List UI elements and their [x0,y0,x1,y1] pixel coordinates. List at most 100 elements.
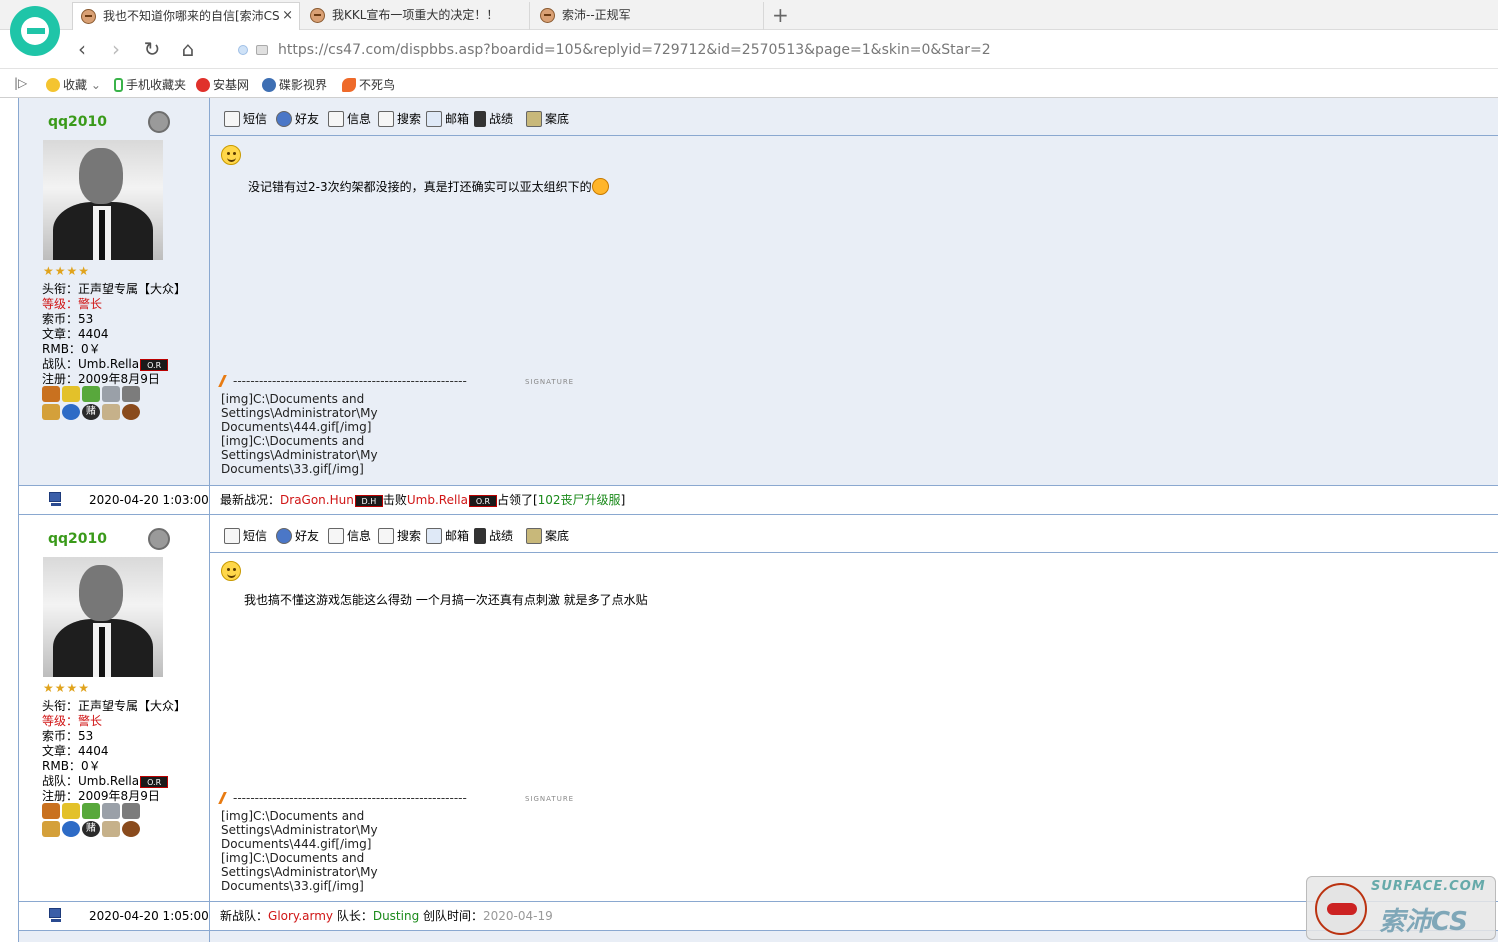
medal-icon [42,803,60,819]
new-tab-button[interactable]: + [772,3,789,27]
lock-icon[interactable] [256,45,268,55]
site-info-icon[interactable] [238,45,248,55]
close-tab-icon[interactable]: × [282,3,293,29]
user-info: 头衔：正声望专属【大众】 等级：警长 索币：53 文章：4404 RMB：0￥ … [42,282,187,386]
user-rmb: 0￥ [80,759,101,773]
bookmark-mobile[interactable]: 手机收藏夹 [114,76,186,93]
post-meta: 2020-04-20 1:03:00 [19,486,210,514]
back-arrow-icon[interactable]: ‹ [70,37,94,61]
loser-team-link[interactable]: Umb.Rella [407,493,468,507]
watermark-brand: 索沛CS [1379,907,1468,937]
gamble-medal-icon: 赌 [82,404,100,420]
medal-icon [62,803,80,819]
medal-icon [102,803,120,819]
bookmark-favorites[interactable]: 收藏 ⌄ [46,76,101,93]
search-button[interactable]: 搜索 [378,527,421,544]
mail-icon [426,111,442,127]
user-level: 警长 [78,297,103,311]
star-icon [46,78,60,92]
case-button[interactable]: 案底 [526,527,569,544]
post-footer: 2020-04-20 1:03:00 最新战况：DraGon.Hun D.H 击败U… [19,486,1498,514]
user-level: 警长 [78,714,103,728]
post-footer: 2020-04-20 1:05:00 新战队：Glory.army 队长：Dus… [19,902,1498,930]
post-body: 短信 好友 信息 搜索 邮箱 战绩 案底 没记错有过2-3次约架都没接的，真是打… [210,98,1498,485]
tab-title: 我也不知道你哪来的自信[索沛CS [103,9,280,23]
document-icon [328,528,344,544]
sms-button[interactable]: 短信 [224,527,267,544]
bookmark-busiliao[interactable]: 不死鸟 [342,76,395,93]
computer-icon [49,492,61,506]
computer-icon [49,908,61,922]
user-articles: 4404 [78,327,109,341]
forum-thread: qq2010 ★★★★ 头衔：正声望专属【大众】 等级：警长 索币：53 文章：… [18,98,1498,942]
new-team-report: 新战队：Glory.army 队长：Dusting 创队时间：2020-04-1… [220,909,553,923]
user-registered: 2009年8月9日 [78,789,160,803]
info-button[interactable]: 信息 [328,110,371,127]
bookmarks-bar: |▷ 收藏 ⌄ 手机收藏夹 安基网 碟影视界 不死鸟 [0,70,1498,98]
new-team-link[interactable]: Glory.army [268,909,333,923]
winner-team-link[interactable]: DraGon.Hun [280,493,354,507]
user-coins: 53 [78,729,94,743]
phoenix-icon [342,78,356,92]
case-file-icon [526,111,542,127]
server-link[interactable]: 102丧尸升级服 [538,493,621,507]
user-title: 正声望专属【大众】 [78,282,187,296]
smile-emoticon-icon [221,145,241,165]
avatar[interactable] [43,557,163,677]
bookmark-dieying[interactable]: 碟影视界 [262,76,327,93]
forward-arrow-icon[interactable]: › [104,37,128,61]
username[interactable]: qq2010 [48,114,107,130]
chevron-down-icon: ⌄ [90,78,101,92]
sms-icon [224,111,240,127]
search-button[interactable]: 搜索 [378,110,421,127]
friend-button[interactable]: 好友 [276,110,319,127]
friend-button[interactable]: 好友 [276,527,319,544]
post-author-panel: qq2010 ★★★★ 头衔：正声望专属【大众】 等级：警长 索币：53 文章：… [19,515,210,901]
leader-link[interactable]: Dusting [373,909,419,923]
team-tag-icon: O.R [140,359,169,371]
browser-logo-icon[interactable] [10,6,60,56]
friends-icon [276,528,292,544]
post-author-panel: qq2010 ★★★★ 头衔：正声望专属【大众】 等级：警长 索币：53 文章：… [19,98,210,485]
url-field[interactable]: https://cs47.com/dispbbs.asp?boardid=105… [232,39,991,61]
refresh-icon[interactable]: ↻ [140,37,164,61]
mail-button[interactable]: 邮箱 [426,527,469,544]
tab-current[interactable]: 我也不知道你哪来的自信[索沛CS × [72,2,300,30]
anquan-site-icon [196,78,210,92]
signature-label: SIGNATURE [525,378,575,386]
user-team[interactable]: Umb.Rella [78,774,139,788]
post-toolbar: 短信 好友 信息 搜索 邮箱 战绩 案底 [210,98,1498,136]
phone-icon [114,78,123,92]
medal-row: 赌 [42,803,146,839]
gender-icon [148,528,170,550]
info-button[interactable]: 信息 [328,527,371,544]
username[interactable]: qq2010 [48,531,107,547]
sms-button[interactable]: 短信 [224,110,267,127]
user-info: 头衔：正声望专属【大众】 等级：警长 索币：53 文章：4404 RMB：0￥ … [42,699,187,803]
mail-button[interactable]: 邮箱 [426,110,469,127]
tab-kkl[interactable]: 我KKL宣布一项重大的决定！！ [302,2,530,30]
battle-report: 最新战况：DraGon.Hun D.H 击败Umb.Rella O.R 占领了[102丧… [220,493,626,507]
user-coins: 53 [78,312,94,326]
home-icon[interactable]: ⌂ [176,37,200,61]
rank-stars: ★★★★ [43,681,91,695]
medal-icon [42,386,60,402]
tab-zhengguijun[interactable]: 索沛--正规军 [532,2,764,30]
user-team[interactable]: Umb.Rella [78,357,139,371]
record-button[interactable]: 战绩 [474,110,513,127]
case-button[interactable]: 案底 [526,110,569,127]
bookmarks-toggle-icon[interactable]: |▷ [14,76,27,90]
team-tag-icon: O.R [140,776,169,788]
url-text: https://cs47.com/dispbbs.asp?boardid=105… [278,42,991,58]
avatar[interactable] [43,140,163,260]
team-created-date: 2020-04-19 [483,909,553,923]
search-icon [378,528,394,544]
site-favicon-icon [540,8,555,23]
sweat-emoticon-icon [591,178,609,195]
bookmark-anquan[interactable]: 安基网 [196,76,249,93]
medal-icon [62,404,80,420]
medal-icon [102,386,120,402]
record-button[interactable]: 战绩 [474,527,513,544]
soldier-icon [474,111,486,127]
medal-icon [82,803,100,819]
